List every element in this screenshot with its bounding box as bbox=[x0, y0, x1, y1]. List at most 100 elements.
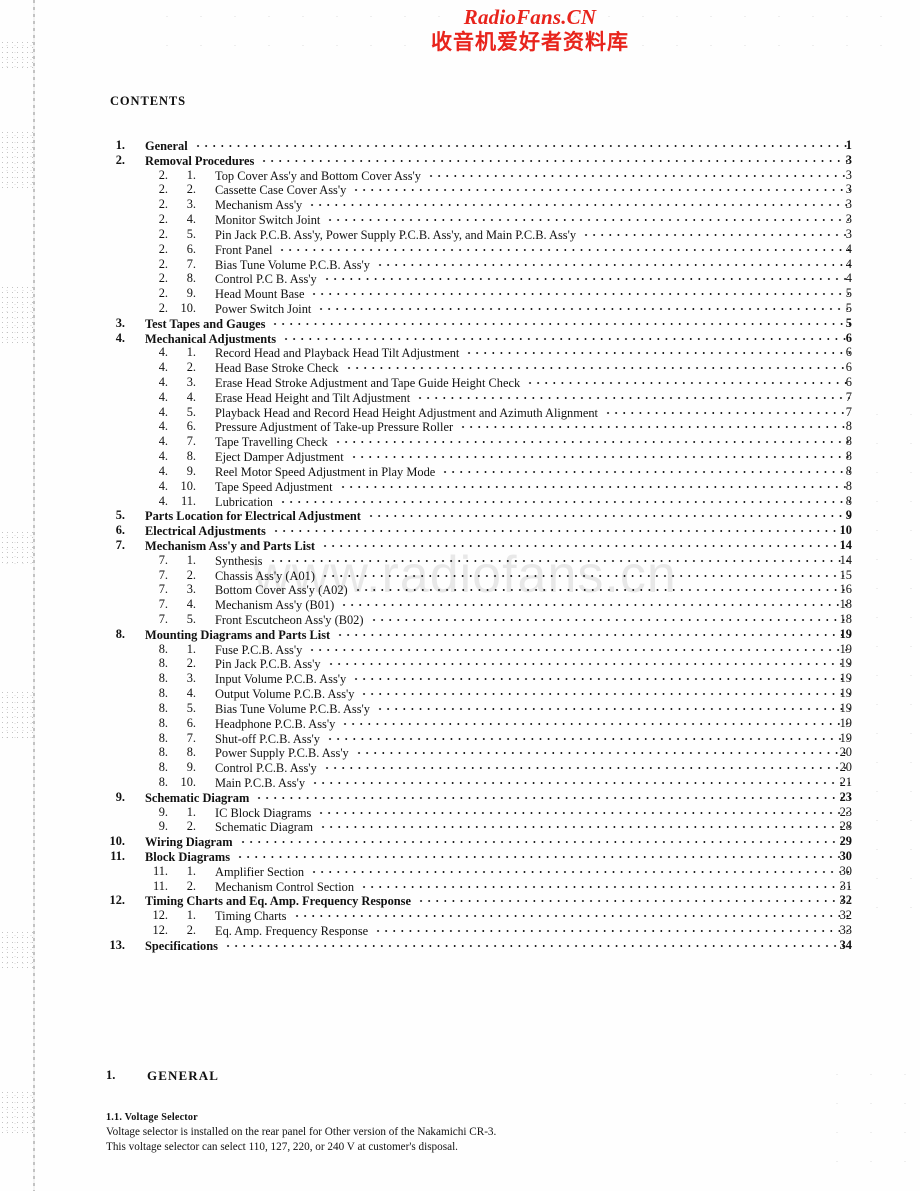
toc-page-number: 10 bbox=[839, 523, 852, 538]
toc-row[interactable]: 8. 9. Control P.C.B. Ass'y 20 bbox=[0, 760, 920, 775]
toc-entry: IC Block Diagrams bbox=[215, 805, 850, 821]
toc-dot-leader bbox=[260, 153, 850, 165]
toc-dot-leader bbox=[360, 686, 850, 698]
toc-entry-title: Wiring Diagram bbox=[145, 835, 233, 850]
toc-row[interactable]: 4. 4. Erase Head Height and Tilt Adjustmen… bbox=[0, 390, 920, 405]
toc-dot-leader bbox=[341, 716, 850, 728]
toc-number-primary: 4. bbox=[158, 463, 168, 478]
toc-row[interactable]: 2. 10. Power Switch Joint 5 bbox=[0, 301, 920, 316]
toc-row[interactable]: 8. 7. Shut-off P.C.B. Ass'y 19 bbox=[0, 731, 920, 746]
toc-number-primary: 4. bbox=[158, 375, 168, 389]
toc-page-number: 33 bbox=[839, 923, 852, 938]
toc-row[interactable]: 8. 8. Power Supply P.C.B. Ass'y 20 bbox=[0, 745, 920, 760]
toc-row[interactable]: 12. Timing Charts and Eq. Amp. Frequency … bbox=[0, 893, 920, 908]
toc-row[interactable]: 2. 4. Monitor Switch Joint 3 bbox=[0, 212, 920, 227]
toc-row[interactable]: 4. 8. Eject Damper Adjustment 8 bbox=[0, 449, 920, 464]
toc-row[interactable]: 8. 3. Input Volume P.C.B. Ass'y 19 bbox=[0, 671, 920, 686]
toc-entry: Pin Jack P.C.B. Ass'y, Power Supply P.C.… bbox=[215, 227, 850, 243]
toc-row[interactable]: 2. 6. Front Panel 4 bbox=[0, 242, 920, 257]
toc-entry: Front Panel bbox=[215, 242, 850, 258]
toc-row[interactable]: 2. Removal Procedures 3 bbox=[0, 153, 920, 168]
toc-page-number: 1 bbox=[845, 138, 852, 152]
toc-row[interactable]: 8. 6. Headphone P.C.B. Ass'y 19 bbox=[0, 716, 920, 731]
toc-row[interactable]: 2. 1. Top Cover Ass'y and Bottom Cover Ass… bbox=[0, 168, 920, 183]
toc-row[interactable]: 12. 2. Eq. Amp. Frequency Response 33 bbox=[0, 923, 920, 938]
toc-row[interactable]: 7. Mechanism Ass'y and Parts List 14 bbox=[0, 538, 920, 553]
toc-page-number: 19 bbox=[839, 700, 852, 715]
toc-number-primary: 8. bbox=[158, 745, 168, 760]
toc-entry-title: Chassis Ass'y (A01) bbox=[215, 568, 315, 583]
toc-entry-title: Front Panel bbox=[215, 242, 273, 257]
toc-number-primary: 8. bbox=[158, 700, 168, 715]
toc-entry-title: Bias Tune Volume P.C.B. Ass'y bbox=[215, 701, 370, 716]
toc-row[interactable]: 4. 2. Head Base Stroke Check 6 bbox=[0, 360, 920, 375]
toc-row[interactable]: 2. 7. Bias Tune Volume P.C.B. Ass'y 4 bbox=[0, 257, 920, 272]
toc-entry-title: Playback Head and Record Head Height Adj… bbox=[215, 405, 598, 420]
toc-row[interactable]: 11. 1. Amplifier Section 30 bbox=[0, 864, 920, 879]
toc-entry: Mechanism Control Section bbox=[215, 879, 850, 895]
toc-entry-title: Amplifier Section bbox=[215, 864, 305, 879]
toc-row[interactable]: 11. 2. Mechanism Control Section 31 bbox=[0, 879, 920, 894]
toc-row[interactable]: 4. 6. Pressure Adjustment of Take-up Press… bbox=[0, 419, 920, 434]
toc-entry: Removal Procedures bbox=[145, 153, 850, 169]
toc-entry-title: Erase Head Height and Tilt Adjustment bbox=[215, 390, 411, 405]
toc-row[interactable]: 9. 2. Schematic Diagram 28 bbox=[0, 819, 920, 834]
toc-row[interactable]: 8. 10. Main P.C.B. Ass'y 21 bbox=[0, 775, 920, 790]
toc-entry: Tape Speed Adjustment bbox=[215, 479, 850, 495]
toc-number-secondary: 1. bbox=[186, 345, 196, 360]
toc-entry-title: Electrical Adjustments bbox=[145, 524, 266, 539]
toc-row[interactable]: 11. Block Diagrams 30 bbox=[0, 849, 920, 864]
toc-row[interactable]: 1. General 1 bbox=[0, 138, 920, 153]
toc-row[interactable]: 2. 8. Control P.C B. Ass'y 4 bbox=[0, 271, 920, 286]
toc-dot-leader bbox=[417, 893, 850, 905]
toc-entry: Amplifier Section bbox=[215, 864, 850, 880]
toc-row[interactable]: 9. Schematic Diagram 23 bbox=[0, 790, 920, 805]
toc-row[interactable]: 4. 10. Tape Speed Adjustment 8 bbox=[0, 479, 920, 494]
toc-row[interactable]: 4. 7. Tape Travelling Check 8 bbox=[0, 434, 920, 449]
toc-row[interactable]: 7. 3. Bottom Cover Ass'y (A02) 16 bbox=[0, 582, 920, 597]
toc-entry-title: Bottom Cover Ass'y (A02) bbox=[215, 583, 348, 598]
toc-row[interactable]: 13. Specifications 34 bbox=[0, 938, 920, 953]
toc-page-number: 3 bbox=[845, 197, 852, 212]
toc-row[interactable]: 8. 2. Pin Jack P.C.B. Ass'y 19 bbox=[0, 656, 920, 671]
toc-dot-leader bbox=[376, 257, 850, 269]
toc-row[interactable]: 8. Mounting Diagrams and Parts List 19 bbox=[0, 627, 920, 642]
toc-row[interactable]: 7. 2. Chassis Ass'y (A01) 15 bbox=[0, 568, 920, 583]
toc-row[interactable]: 4. Mechanical Adjustments 6 bbox=[0, 331, 920, 346]
toc-row[interactable]: 5. Parts Location for Electrical Adjustme… bbox=[0, 508, 920, 523]
toc-row[interactable]: 2. 3. Mechanism Ass'y 3 bbox=[0, 197, 920, 212]
toc-row[interactable]: 2. 5. Pin Jack P.C.B. Ass'y, Power Supply … bbox=[0, 227, 920, 242]
toc-page-number: 30 bbox=[839, 863, 852, 878]
toc-page-number: 14 bbox=[839, 537, 852, 552]
toc-row[interactable]: 4. 9. Reel Motor Speed Adjustment in Play … bbox=[0, 464, 920, 479]
toc-number-primary: 4. bbox=[158, 419, 168, 434]
toc-row[interactable]: 4. 1. Record Head and Playback Head Tilt A… bbox=[0, 345, 920, 360]
toc-row[interactable]: 4. 5. Playback Head and Record Head Height… bbox=[0, 405, 920, 420]
toc-row[interactable]: 8. 1. Fuse P.C.B. Ass'y 19 bbox=[0, 642, 920, 657]
toc-page-number: 5 bbox=[845, 315, 852, 330]
toc-row[interactable]: 10. Wiring Diagram 29 bbox=[0, 834, 920, 849]
toc-entry: Specifications bbox=[145, 938, 850, 954]
toc-row[interactable]: 4. 3. Erase Head Stroke Adjustment and Tap… bbox=[0, 375, 920, 390]
toc-row[interactable]: 4. 11. Lubrication 8 bbox=[0, 494, 920, 509]
toc-row[interactable]: 8. 5. Bias Tune Volume P.C.B. Ass'y 19 bbox=[0, 701, 920, 716]
toc-row[interactable]: 6. Electrical Adjustments 10 bbox=[0, 523, 920, 538]
toc-row[interactable]: 3. Test Tapes and Gauges 5 bbox=[0, 316, 920, 331]
toc-number-secondary: 2. bbox=[186, 656, 196, 671]
toc-row[interactable]: 8. 4. Output Volume P.C.B. Ass'y 19 bbox=[0, 686, 920, 701]
toc-entry: Test Tapes and Gauges bbox=[145, 316, 850, 332]
toc-row[interactable]: 2. 9. Head Mount Base 5 bbox=[0, 286, 920, 301]
toc-row[interactable]: 7. 5. Front Escutcheon Ass'y (B02) 18 bbox=[0, 612, 920, 627]
toc-row[interactable]: 12. 1. Timing Charts 32 bbox=[0, 908, 920, 923]
toc-row[interactable]: 7. 1. Synthesis 14 bbox=[0, 553, 920, 568]
toc-dot-leader bbox=[336, 627, 850, 639]
body-line-1: Voltage selector is installed on the rea… bbox=[106, 1126, 497, 1138]
toc-dot-leader bbox=[268, 553, 850, 565]
toc-page-number: 19 bbox=[839, 626, 852, 641]
toc-number-secondary: 6. bbox=[186, 715, 196, 730]
toc-row[interactable]: 2. 2. Cassette Case Cover Ass'y 3 bbox=[0, 182, 920, 197]
toc-page-number: 14 bbox=[839, 552, 852, 567]
toc-row[interactable]: 9. 1. IC Block Diagrams 23 bbox=[0, 805, 920, 820]
toc-row[interactable]: 7. 4. Mechanism Ass'y (B01) 18 bbox=[0, 597, 920, 612]
toc-entry-title: Tape Speed Adjustment bbox=[215, 479, 333, 494]
